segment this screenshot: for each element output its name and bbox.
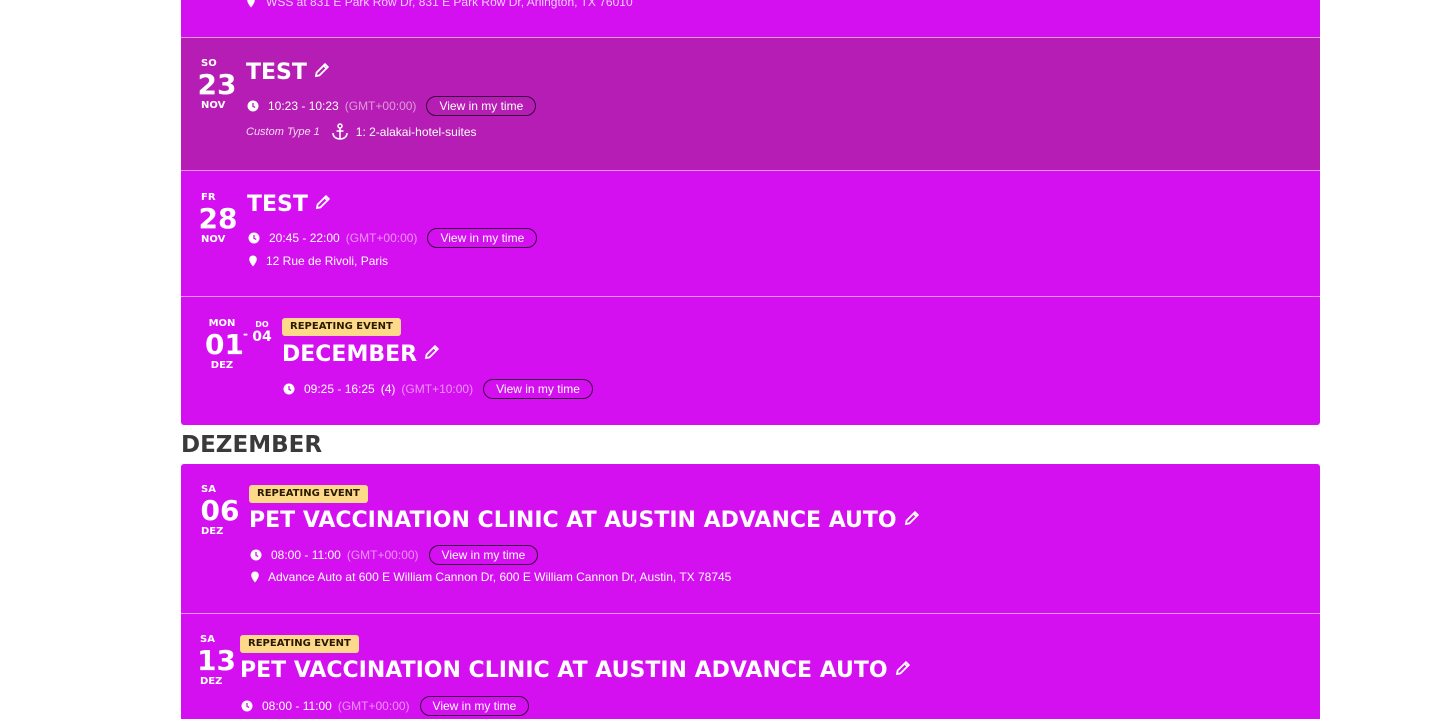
event-location: Advance Auto at 600 E William Cannon Dr,… xyxy=(268,570,732,584)
view-in-my-time-button[interactable]: View in my time xyxy=(427,228,538,248)
event-day: 23 xyxy=(197,68,237,101)
event-title-text[interactable]: TEST xyxy=(246,60,307,85)
event-time: 08:00 - 11:00 xyxy=(262,699,332,713)
event-title-text[interactable]: TEST xyxy=(247,192,308,217)
event-date-end: DO 04 xyxy=(251,320,273,345)
event-date: SO 23 NOV xyxy=(197,58,237,112)
event-title[interactable]: PET VACCINATION CLINIC AT AUSTIN ADVANCE… xyxy=(249,508,921,534)
event-title[interactable]: TEST xyxy=(247,192,332,218)
edit-pencil-icon[interactable] xyxy=(903,508,921,534)
event-time: 10:23 - 10:23 xyxy=(268,99,339,113)
event-day: 28 xyxy=(198,202,238,235)
event-card-partial[interactable]: WSS at 831 E Park Row Dr, 831 E Park Row… xyxy=(181,0,1320,37)
custom-type-label: Custom Type 1 xyxy=(246,126,320,138)
event-location: 12 Rue de Rivoli, Paris xyxy=(266,254,389,268)
clock-icon xyxy=(241,700,253,712)
event-occurrence-count: (4) xyxy=(380,382,396,396)
event-date: SA 13 DEZ xyxy=(197,634,236,688)
event-month: DEZ xyxy=(200,676,223,687)
repeating-event-badge: REPEATING EVENT xyxy=(240,635,359,653)
event-title[interactable]: PET VACCINATION CLINIC AT AUSTIN ADVANCE… xyxy=(240,658,912,684)
event-title[interactable]: DECEMBER xyxy=(282,342,441,368)
map-pin-icon xyxy=(247,255,259,267)
event-timezone: (GMT+10:00) xyxy=(401,382,474,396)
clock-icon xyxy=(248,232,260,244)
event-card[interactable]: FR 28 NOV TEST 20:45 - 22:00 (GMT+00:00)… xyxy=(181,170,1320,296)
clock-icon xyxy=(250,549,262,561)
event-timezone: (GMT+00:00) xyxy=(345,231,418,245)
event-timezone: (GMT+00:00) xyxy=(346,548,419,562)
event-title-text[interactable]: PET VACCINATION CLINIC AT AUSTIN ADVANCE… xyxy=(240,658,888,683)
repeating-event-badge: REPEATING EVENT xyxy=(249,485,368,503)
anchor-icon xyxy=(330,123,350,141)
view-in-my-time-button[interactable]: View in my time xyxy=(419,696,530,716)
event-card[interactable]: SA 06 DEZ REPEATING EVENT PET VACCINATIO… xyxy=(181,464,1320,613)
event-date-start: MON 01 DEZ xyxy=(205,318,244,372)
event-title-text[interactable]: DECEMBER xyxy=(282,342,417,367)
event-month: DEZ xyxy=(201,526,224,537)
event-time: 09:25 - 16:25 xyxy=(304,382,375,396)
event-day: 13 xyxy=(197,644,236,677)
event-date-range-sep: - xyxy=(243,327,248,341)
event-timezone: (GMT+00:00) xyxy=(337,699,410,713)
event-month: NOV xyxy=(201,100,226,111)
view-in-my-time-button[interactable]: View in my time xyxy=(428,545,539,565)
view-in-my-time-button[interactable]: View in my time xyxy=(426,96,537,116)
range-separator: - xyxy=(243,327,248,341)
event-day: 06 xyxy=(200,494,240,527)
custom-type-value: 1: 2-alakai-hotel-suites xyxy=(355,125,477,139)
edit-pencil-icon[interactable] xyxy=(313,60,331,86)
map-pin-icon xyxy=(245,0,257,8)
map-pin-icon xyxy=(249,571,261,583)
event-dow: DO xyxy=(255,320,269,329)
event-card[interactable]: SA 13 DEZ REPEATING EVENT PET VACCINATIO… xyxy=(181,613,1320,719)
clock-icon xyxy=(283,383,295,395)
event-time: 08:00 - 11:00 xyxy=(271,548,341,562)
event-month: DEZ xyxy=(210,360,234,371)
event-card[interactable]: SO 23 NOV TEST 10:23 - 10:23 (GMT+00:00)… xyxy=(181,37,1320,170)
view-in-my-time-button[interactable]: View in my time xyxy=(483,379,593,399)
event-timezone: (GMT+00:00) xyxy=(344,99,417,113)
repeating-event-badge: REPEATING EVENT xyxy=(282,318,401,336)
event-day: 04 xyxy=(252,329,272,345)
event-day: 01 xyxy=(205,328,244,361)
event-location: WSS at 831 E Park Row Dr, 831 E Park Row… xyxy=(266,0,633,9)
edit-pencil-icon[interactable] xyxy=(314,192,332,218)
event-title[interactable]: TEST xyxy=(246,60,331,86)
event-date: SA 06 DEZ xyxy=(199,484,241,538)
edit-pencil-icon[interactable] xyxy=(423,342,441,368)
event-month: NOV xyxy=(201,234,226,245)
event-date: FR 28 NOV xyxy=(197,192,239,246)
month-heading: DEZEMBER xyxy=(181,432,323,458)
clock-icon xyxy=(247,100,259,112)
event-title-text[interactable]: PET VACCINATION CLINIC AT AUSTIN ADVANCE… xyxy=(249,508,897,533)
event-card[interactable]: MON 01 DEZ - DO 04 REPEATING EVENT DECEM… xyxy=(181,296,1320,425)
event-time: 20:45 - 22:00 xyxy=(269,231,340,245)
edit-pencil-icon[interactable] xyxy=(894,658,912,684)
